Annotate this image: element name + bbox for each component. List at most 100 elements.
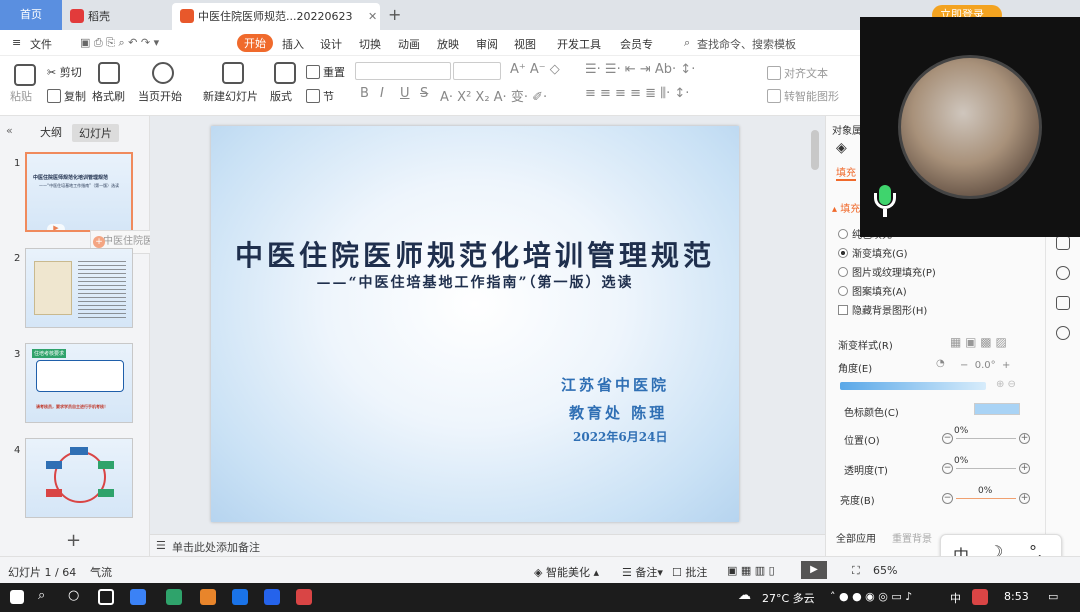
- from-start-button[interactable]: 当页开始: [138, 88, 182, 104]
- italic-button[interactable]: I: [380, 86, 384, 101]
- new-tab-button[interactable]: +: [388, 5, 401, 24]
- app-icon[interactable]: [130, 589, 146, 605]
- slide-thumbnail-1[interactable]: 中医住院医师规范化培训管理规范 ——“中医住培基地工作指南”（第一版）选读 ▶: [25, 152, 133, 232]
- font-size-controls-icon[interactable]: A⁺ A⁻ ◇: [510, 62, 560, 77]
- menu-view[interactable]: 视图: [514, 36, 536, 52]
- search-command[interactable]: 查找命令、搜索模板: [697, 36, 796, 52]
- transparency-minus-icon[interactable]: −: [942, 463, 953, 474]
- select-icon[interactable]: [1056, 236, 1070, 250]
- slide-thumbnail-3[interactable]: 住培考核要求 请考核员，要求学员自主进行手机考核！: [25, 343, 133, 423]
- paragraph-align-icons[interactable]: ≡ ≡ ≡ ≡ ≣ ⫼· ↕·: [585, 86, 689, 101]
- layout-icon[interactable]: [274, 62, 296, 84]
- paste-icon[interactable]: [14, 64, 36, 86]
- brightness-plus-icon[interactable]: +: [1019, 493, 1030, 504]
- play-slideshow-button[interactable]: ▶: [801, 561, 827, 579]
- tab-fill[interactable]: 填充: [836, 164, 856, 181]
- cut-button[interactable]: ✂ 剪切: [47, 64, 82, 80]
- search-icon[interactable]: ⌕: [684, 36, 690, 50]
- edge-icon[interactable]: [232, 589, 248, 605]
- app-search-icon[interactable]: [200, 589, 216, 605]
- weather-text[interactable]: 27°C 多云: [762, 590, 815, 606]
- option-gradient-fill[interactable]: 渐变填充(G): [838, 245, 908, 260]
- format-painter-button[interactable]: 格式刷: [92, 88, 125, 104]
- tab-outline[interactable]: 大纲: [40, 124, 62, 140]
- stop-color-swatch[interactable]: [974, 403, 1020, 415]
- transparency-plus-icon[interactable]: +: [1019, 463, 1030, 474]
- reset-button[interactable]: 重置: [306, 64, 345, 80]
- menu-member[interactable]: 会员专: [620, 36, 653, 52]
- angle-dial-icon[interactable]: ◔: [936, 358, 945, 369]
- view-mode-icons[interactable]: ▣ ▦ ▥ ▯: [727, 564, 775, 577]
- bold-button[interactable]: B: [360, 86, 369, 101]
- play-icon[interactable]: [152, 62, 174, 84]
- fill-section-header[interactable]: ▴ 填充: [832, 200, 860, 215]
- option-picture-fill[interactable]: 图片或纹理填充(P): [838, 264, 936, 279]
- new-slide-button[interactable]: 新建幻灯片: [203, 88, 258, 104]
- cortana-icon[interactable]: ○: [68, 588, 79, 603]
- tray-icons[interactable]: ˄ ● ● ◉ ◎ ▭ ♪: [830, 590, 912, 603]
- brightness-minus-icon[interactable]: −: [942, 493, 953, 504]
- menu-design[interactable]: 设计: [320, 36, 342, 52]
- text-effects-icon[interactable]: A· X² X₂ A· 变· ✐·: [440, 86, 547, 105]
- vertical-scrollbar[interactable]: [811, 130, 819, 170]
- position-minus-icon[interactable]: −: [942, 433, 953, 444]
- collapse-pane-icon[interactable]: «: [6, 124, 13, 137]
- ime-tray-icon[interactable]: [972, 589, 988, 605]
- slide-thumbnail-2[interactable]: [25, 248, 133, 328]
- section-button[interactable]: 节: [306, 88, 334, 104]
- menu-review[interactable]: 审阅: [476, 36, 498, 52]
- hide-background-checkbox[interactable]: 隐藏背景图形(H): [838, 302, 927, 317]
- apply-all-button[interactable]: 全部应用: [836, 530, 876, 545]
- slide-canvas[interactable]: 中医住院医师规范化培训管理规范 ——“中医住培基地工作指南”（第一版）选读 江苏…: [211, 126, 739, 522]
- angle-value[interactable]: − 0.0° +: [960, 360, 1010, 371]
- slide-thumbnail-4[interactable]: [25, 438, 133, 518]
- input-language[interactable]: 中: [950, 590, 961, 606]
- underline-button[interactable]: U: [400, 86, 410, 101]
- task-view-icon[interactable]: [98, 589, 114, 605]
- gradient-bar[interactable]: [840, 382, 986, 390]
- add-slide-plus-icon[interactable]: +: [93, 236, 105, 248]
- align-text-button[interactable]: 对齐文本: [767, 65, 828, 81]
- hamburger-icon[interactable]: ≡: [12, 36, 21, 49]
- help-icon[interactable]: [1056, 266, 1070, 280]
- slide-title[interactable]: 中医住院医师规范化培训管理规范: [211, 234, 739, 274]
- notes-area[interactable]: ☰ 单击此处添加备注: [150, 534, 825, 556]
- search-taskbar-icon[interactable]: ⌕: [38, 588, 45, 603]
- font-name-select[interactable]: [355, 62, 451, 80]
- wps-icon[interactable]: [296, 589, 312, 605]
- meeting-app-icon[interactable]: [264, 589, 280, 605]
- menu-slideshow[interactable]: 放映: [437, 36, 459, 52]
- microphone-icon[interactable]: [872, 185, 898, 219]
- new-slide-icon[interactable]: [222, 62, 244, 84]
- fit-window-icon[interactable]: ⛶: [852, 564, 860, 578]
- slide-organization[interactable]: 江苏省中医院: [561, 374, 669, 395]
- reset-background-button[interactable]: 重置背景: [892, 530, 932, 545]
- add-slide-button[interactable]: +: [66, 530, 81, 551]
- zoom-level[interactable]: 65%: [873, 564, 897, 577]
- list-icons[interactable]: ☰· ☰· ⇤ ⇥ Ab· ↕·: [585, 62, 695, 77]
- menu-file[interactable]: 文件: [30, 36, 52, 52]
- option-pattern-fill[interactable]: 图案填充(A): [838, 283, 907, 298]
- tab-slides[interactable]: 幻灯片: [72, 124, 119, 142]
- strike-button[interactable]: S: [420, 86, 428, 101]
- notification-icon[interactable]: ▭: [1048, 590, 1058, 603]
- copy-button[interactable]: 复制: [47, 88, 86, 104]
- layout-button[interactable]: 版式: [270, 88, 292, 104]
- gradient-stop-add-icon[interactable]: ⊕ ⊖: [996, 379, 1016, 390]
- menu-insert[interactable]: 插入: [282, 36, 304, 52]
- slide-date[interactable]: 2022年6月24日: [573, 428, 667, 445]
- layout-tool-icon[interactable]: [1056, 296, 1070, 310]
- slide-subtitle[interactable]: ——“中医住培基地工作指南”（第一版）选读: [211, 272, 739, 292]
- chrome-icon[interactable]: [166, 589, 182, 605]
- menu-developer[interactable]: 开发工具: [557, 36, 601, 52]
- menu-transition[interactable]: 切换: [359, 36, 381, 52]
- menu-animation[interactable]: 动画: [398, 36, 420, 52]
- theme-name[interactable]: 气流: [90, 564, 112, 580]
- fill-bucket-icon[interactable]: ◈: [836, 140, 847, 156]
- location-icon[interactable]: [1056, 326, 1070, 340]
- tab-daoke[interactable]: 稻壳: [62, 3, 168, 30]
- paste-button[interactable]: 粘贴: [10, 88, 32, 104]
- smart-graphic-button[interactable]: 转智能图形: [767, 88, 839, 104]
- position-plus-icon[interactable]: +: [1019, 433, 1030, 444]
- menu-start[interactable]: 开始: [237, 34, 273, 52]
